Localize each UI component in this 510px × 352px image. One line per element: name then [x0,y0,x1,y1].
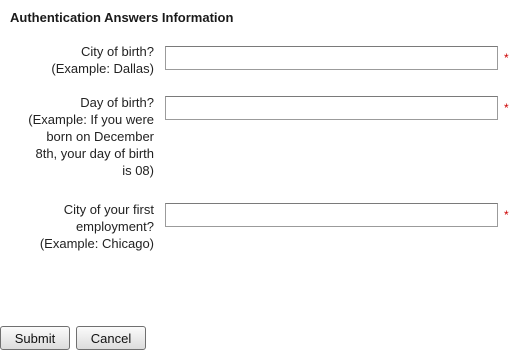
day-of-birth-input[interactable] [165,96,498,120]
section-title: Authentication Answers Information [10,10,234,25]
city-of-birth-input[interactable] [165,46,498,70]
label-line: is 08) [122,163,154,178]
city-of-first-employment-label: City of your first employment? (Example:… [40,201,154,252]
label-line: City of your first [63,202,154,217]
label-line: (Example: If you were [28,112,154,127]
city-of-birth-label: City of birth? (Example: Dallas) [51,43,154,77]
label-line: born on December [46,129,154,144]
label-line: (Example: Chicago) [39,236,154,251]
label-line: (Example: Dallas) [51,61,154,76]
submit-button[interactable]: Submit [0,326,70,350]
day-of-birth-label: Day of birth? (Example: If you were born… [28,94,154,179]
label-line: City of birth? [81,44,154,59]
label-line: employment? [75,219,154,234]
required-asterisk: * [504,51,509,65]
label-line: Day of birth? [80,95,154,110]
label-line: 8th, your day of birth [35,146,154,161]
city-of-first-employment-input[interactable] [165,203,498,227]
required-asterisk: * [504,208,509,222]
cancel-button[interactable]: Cancel [76,326,146,350]
required-asterisk: * [504,101,509,115]
